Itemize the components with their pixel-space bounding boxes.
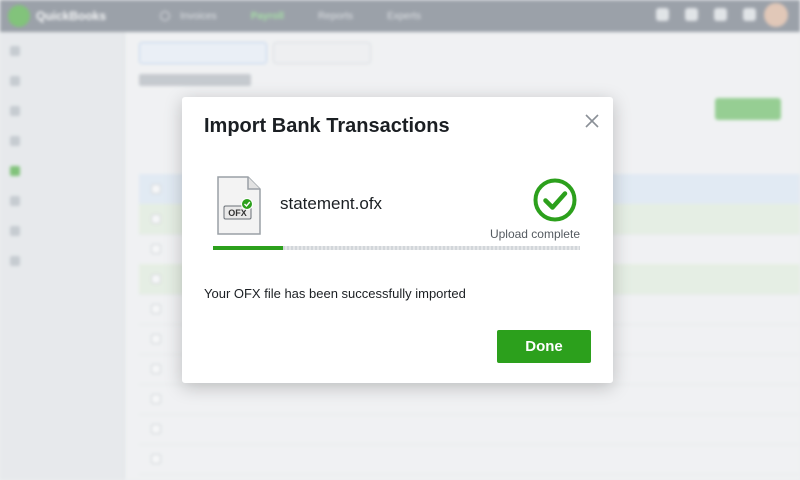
upload-progress-track [282,246,580,250]
upload-status-text: Upload complete [489,227,580,241]
import-dialog: Import Bank Transactions OFX statement.o… [182,97,613,383]
upload-progress-fill [213,246,283,250]
close-icon[interactable] [582,111,602,131]
upload-progress-bar [213,246,580,250]
dialog-title: Import Bank Transactions [204,115,450,137]
ofx-file-icon: OFX [215,175,263,242]
checkmark-circle-icon [532,177,578,228]
file-type-badge: OFX [228,208,247,218]
file-name: statement.ofx [280,194,383,213]
success-message: Your OFX file has been successfully impo… [204,286,466,301]
done-button[interactable]: Done [497,330,591,363]
